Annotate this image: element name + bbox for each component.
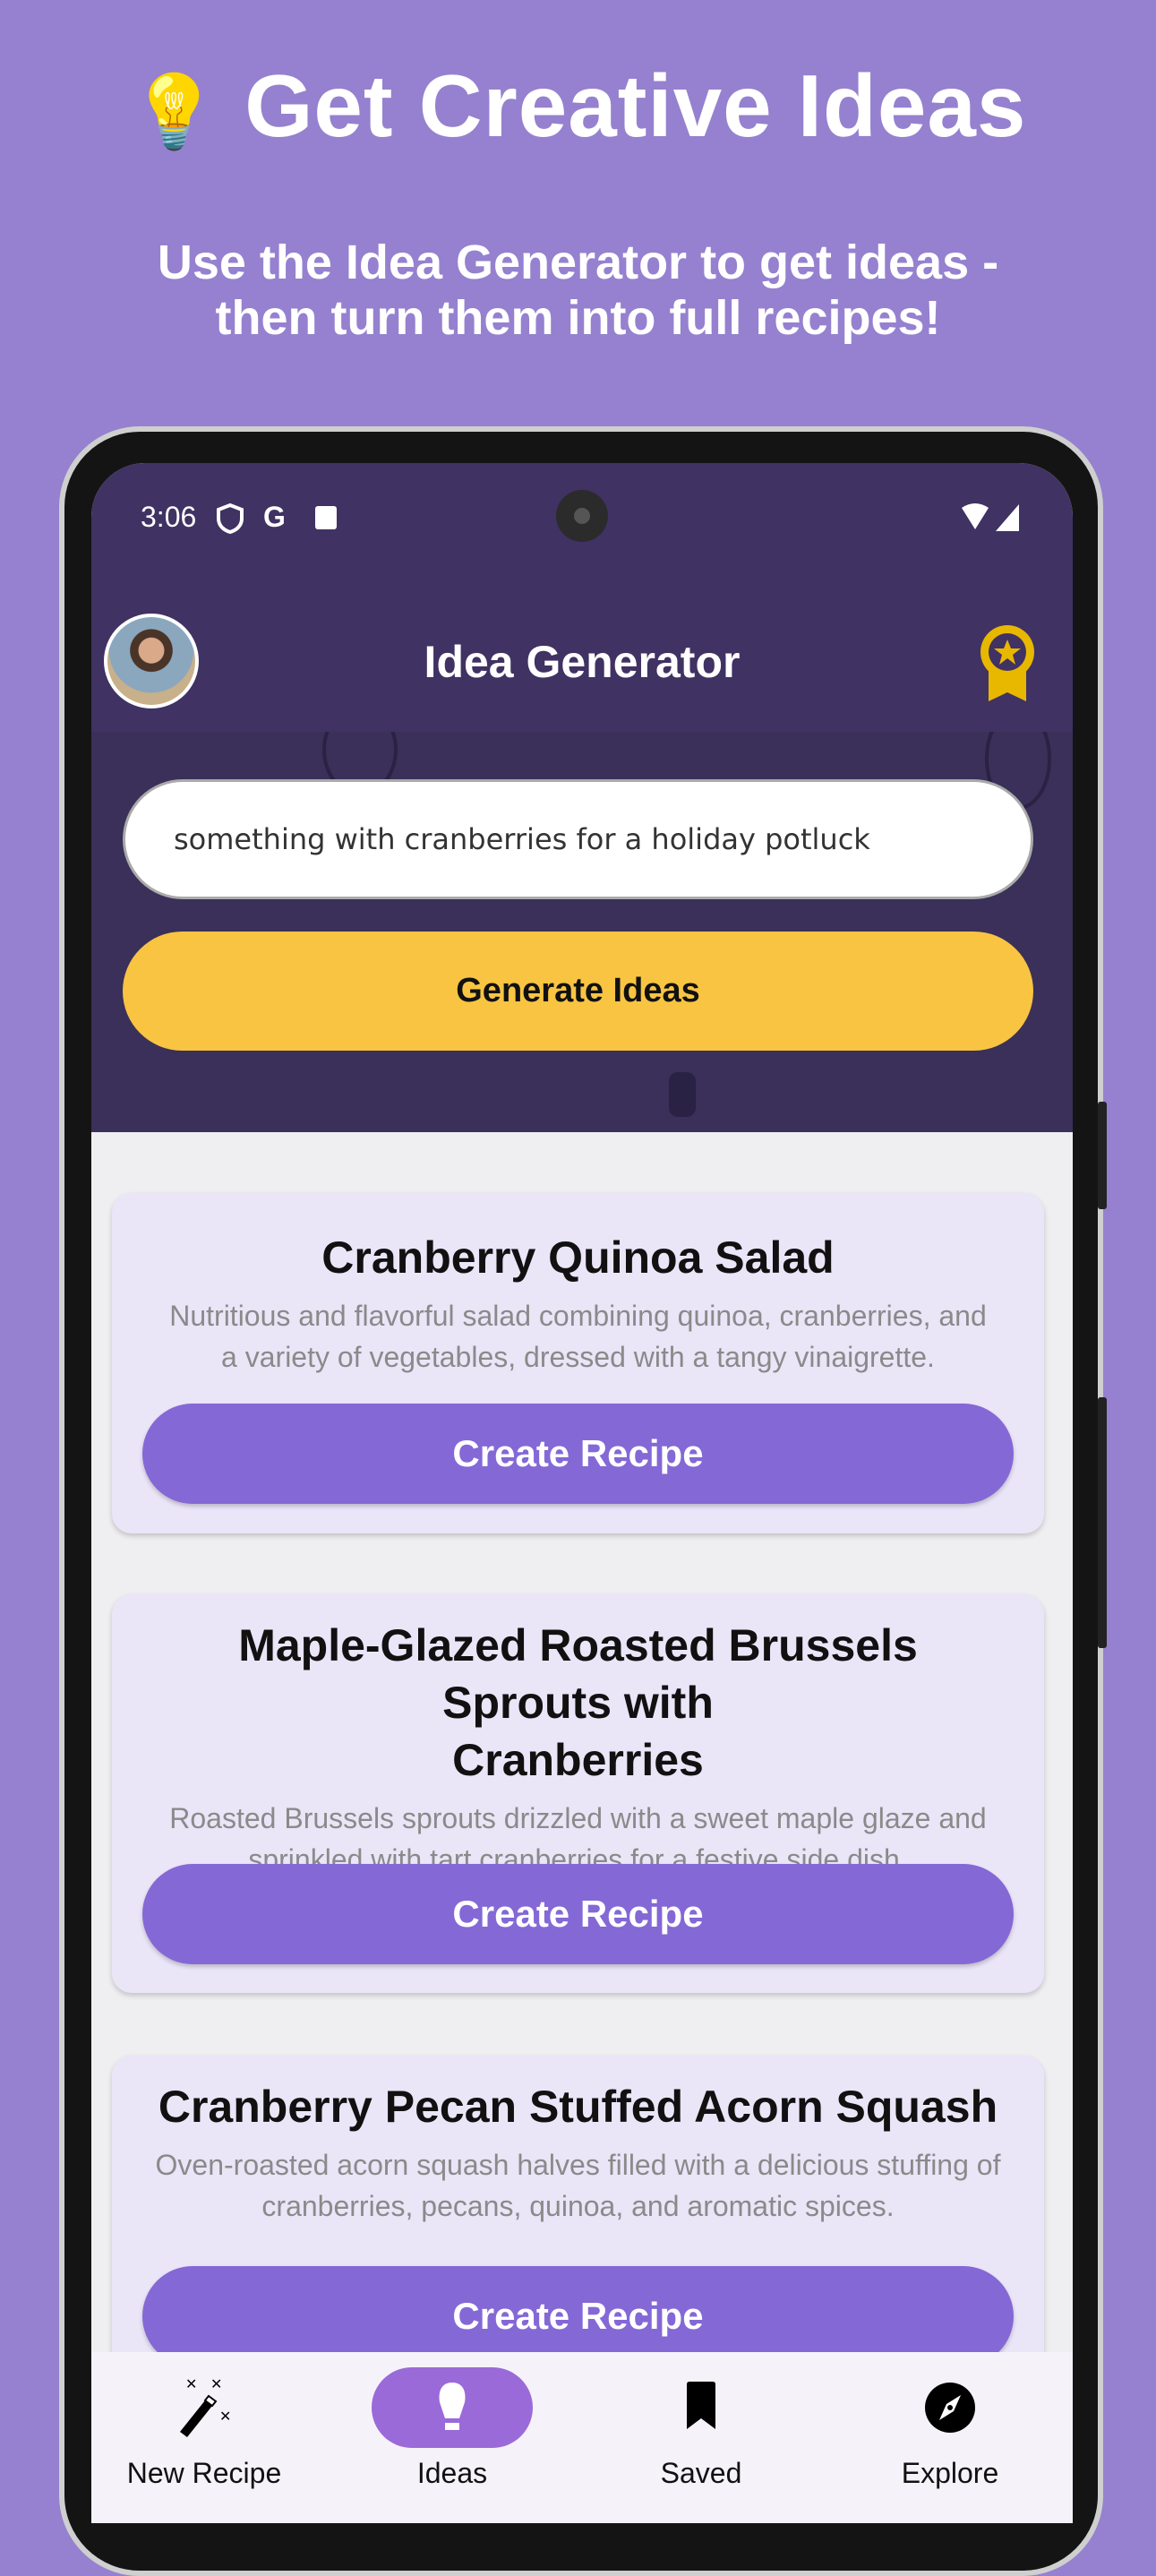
create-recipe-button[interactable]: Create Recipe xyxy=(142,1864,1014,1964)
desc-line: Nutritious and flavorful salad combining… xyxy=(169,1300,987,1332)
lightbulb-icon xyxy=(439,2383,466,2430)
generate-ideas-button[interactable]: Generate Ideas xyxy=(123,932,1033,1051)
subtitle-line: Use the Idea Generator to get ideas - xyxy=(157,236,999,289)
phone-volume-button xyxy=(1098,1397,1107,1648)
wifi-signal-icon xyxy=(962,503,1019,531)
svg-text:✕: ✕ xyxy=(219,2409,231,2425)
shield-icon xyxy=(217,502,244,535)
nav-label: Saved xyxy=(660,2457,742,2489)
google-icon: G xyxy=(263,501,286,533)
nav-label: Ideas xyxy=(416,2457,488,2489)
svg-text:✕: ✕ xyxy=(210,2377,222,2392)
nav-item-new-recipe[interactable]: ✕ ✕ ✕ New Recipe xyxy=(92,2352,316,2523)
desc-line: a variety of vegetables, dressed with a … xyxy=(221,1341,935,1373)
idea-prompt-input[interactable]: something with cranberries for a holiday… xyxy=(123,779,1033,899)
desc-line: Oven-roasted acorn squash halves filled … xyxy=(155,2149,1001,2181)
compass-icon xyxy=(925,2383,975,2433)
nav-label: New Recipe xyxy=(126,2457,282,2489)
idea-title: Maple-Glazed Roasted Brussels Sprouts wi… xyxy=(112,1617,1044,1789)
svg-text:✕: ✕ xyxy=(185,2377,197,2392)
idea-title: Cranberry Quinoa Salad xyxy=(321,1232,835,1283)
lightbulb-emoji-icon: 💡 xyxy=(129,72,220,151)
phone-side-button xyxy=(1098,1102,1107,1209)
bookmark-icon xyxy=(687,2382,715,2429)
desc-line: cranberries, pecans, quinoa, and aromati… xyxy=(261,2190,895,2222)
phone-screen: 3:06 G Idea Generator something with cra… xyxy=(91,463,1073,2523)
lightbulb-decoration-icon xyxy=(669,1072,696,1117)
idea-card: Maple-Glazed Roasted Brussels Sprouts wi… xyxy=(112,1594,1044,1993)
page-title: Idea Generator xyxy=(424,637,741,687)
promo-title-text: Get Creative Ideas xyxy=(244,56,1027,155)
idea-description: Nutritious and flavorful salad combining… xyxy=(112,1295,1044,1378)
title-line: Maple-Glazed Roasted Brussels Sprouts wi… xyxy=(238,1620,918,1728)
promo-title: 💡 Get Creative Ideas xyxy=(0,56,1156,157)
subtitle-line: then turn them into full recipes! xyxy=(215,291,941,345)
idea-description: Oven-roasted acorn squash halves filled … xyxy=(112,2144,1044,2227)
desc-line: Roasted Brussels sprouts drizzled with a… xyxy=(169,1802,987,1834)
status-time: 3:06 xyxy=(141,501,197,533)
nav-label: Explore xyxy=(901,2457,999,2489)
create-recipe-button[interactable]: Create Recipe xyxy=(142,1404,1014,1504)
nav-item-saved[interactable]: Saved xyxy=(589,2352,813,2523)
idea-title: Cranberry Pecan Stuffed Acorn Squash xyxy=(158,2082,998,2132)
nav-item-explore[interactable]: Explore xyxy=(838,2352,1062,2523)
promo-subtitle: Use the Idea Generator to get ideas - the… xyxy=(0,235,1156,346)
title-line: Cranberries xyxy=(452,1735,704,1785)
accessibility-icon xyxy=(315,506,337,529)
award-badge-icon[interactable] xyxy=(976,623,1039,703)
nav-item-ideas[interactable]: Ideas xyxy=(340,2352,564,2523)
bottom-nav: ✕ ✕ ✕ New Recipe Ideas Saved Explore xyxy=(91,2352,1073,2523)
magic-wand-icon: ✕ ✕ ✕ xyxy=(180,2377,231,2437)
idea-card: Cranberry Quinoa Salad Nutritious and fl… xyxy=(112,1193,1044,1533)
front-camera xyxy=(556,490,608,542)
